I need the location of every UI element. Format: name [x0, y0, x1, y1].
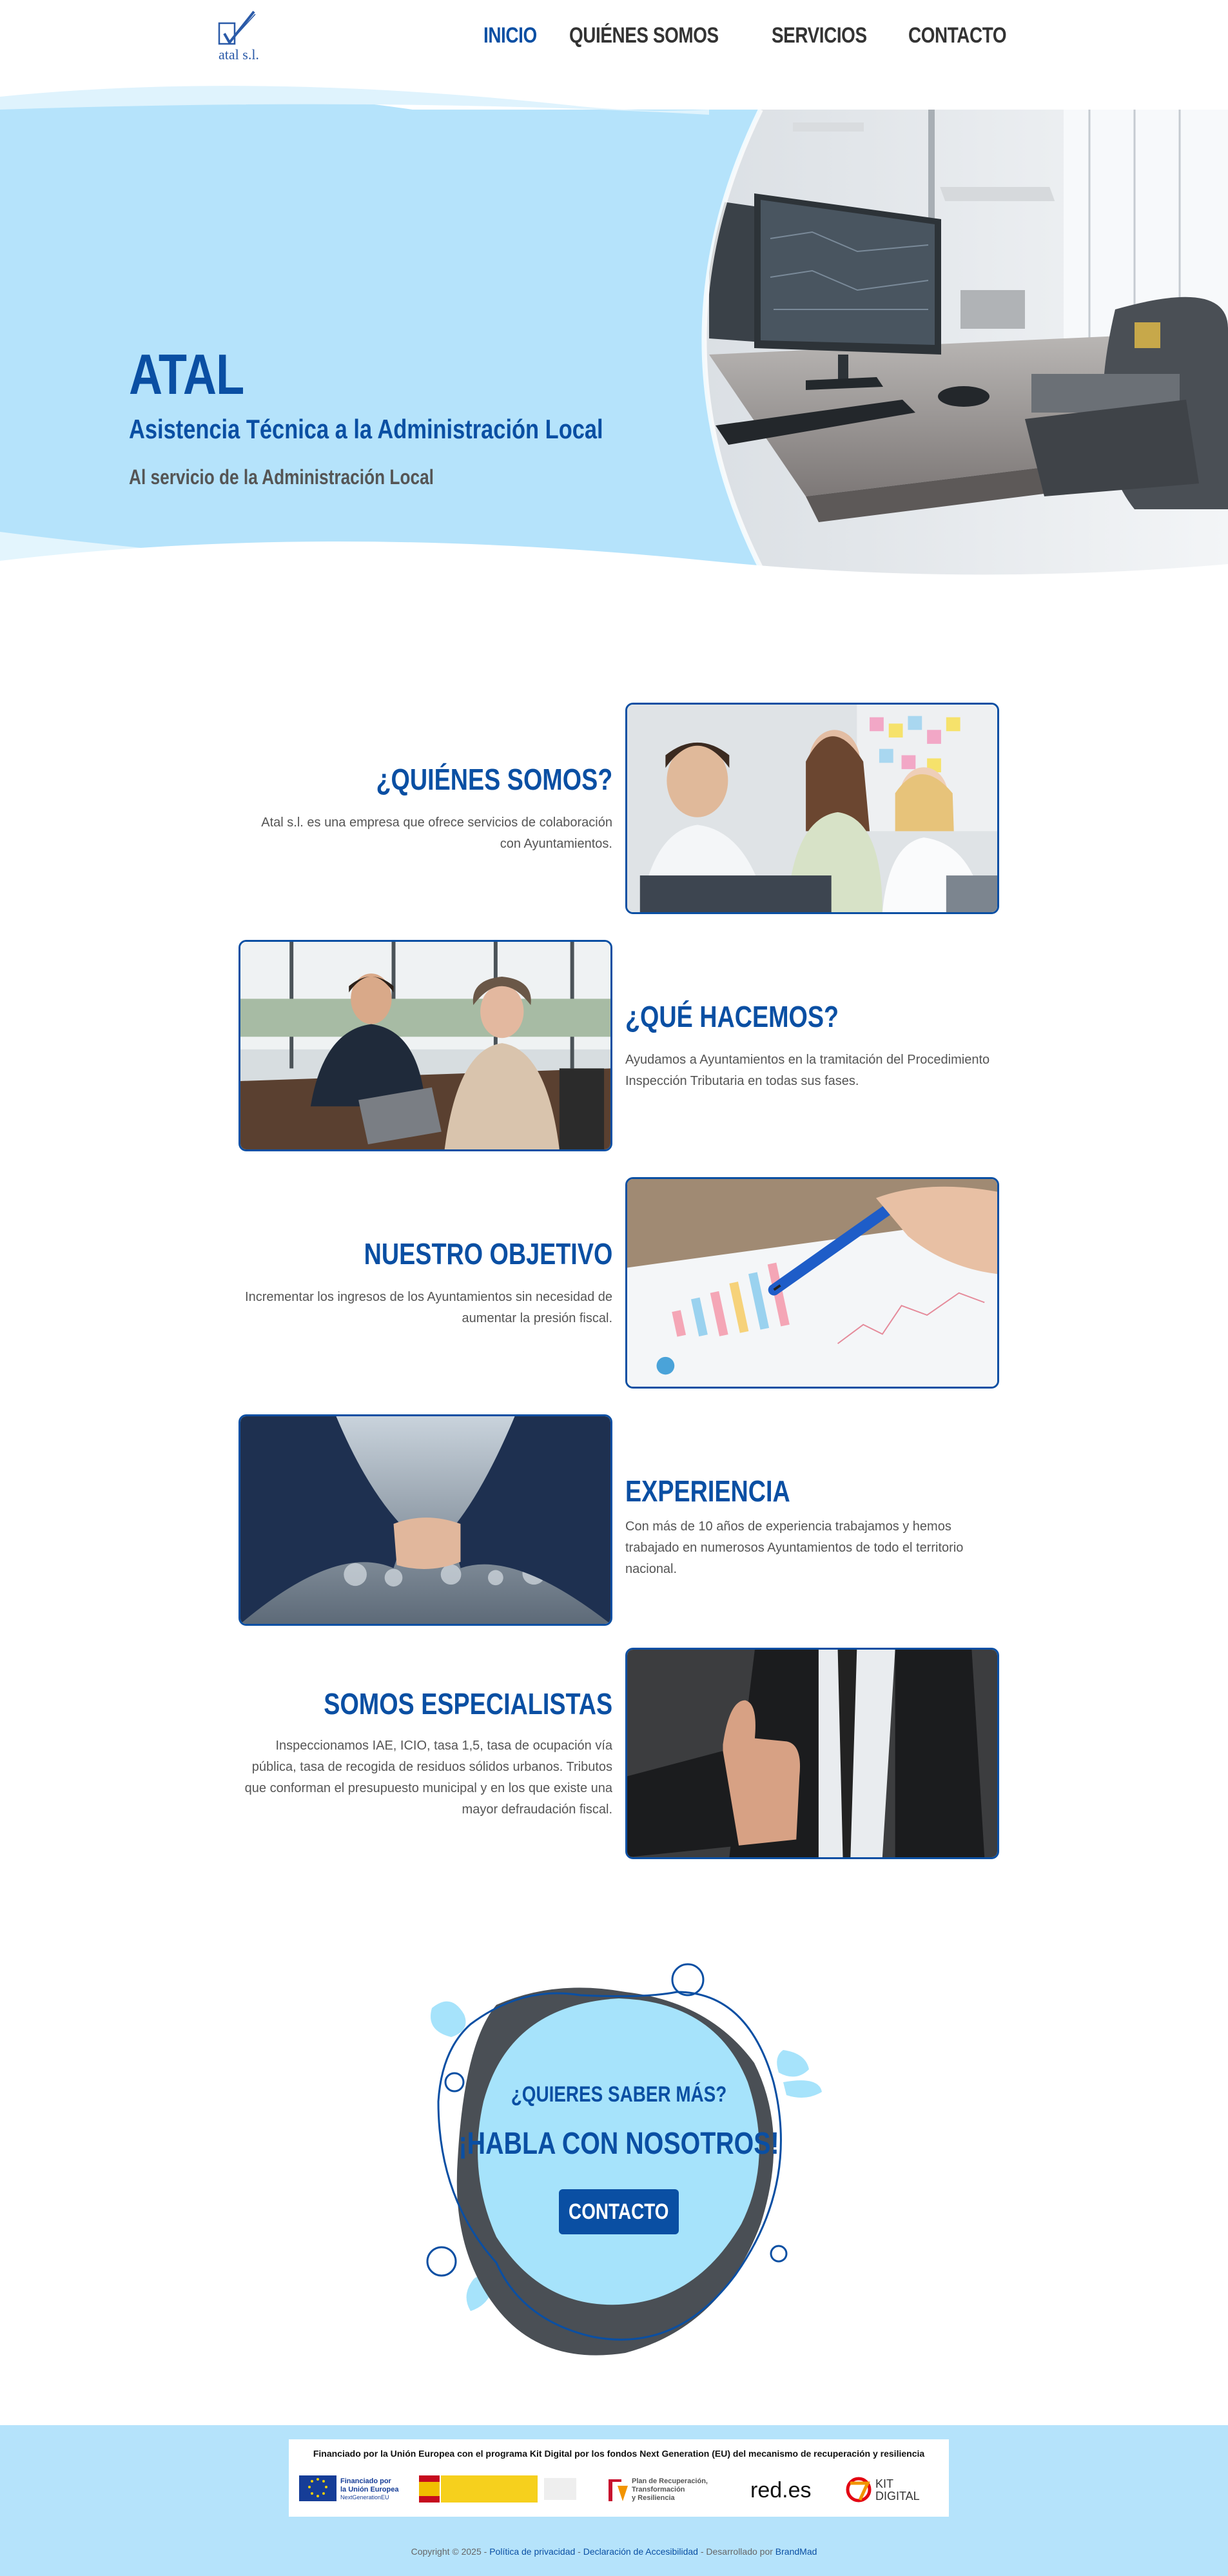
section-text: Incrementar los ingresos de los Ayuntami… [245, 1290, 612, 1325]
contact-button[interactable]: CONTACTO [559, 2189, 679, 2234]
section-somos-especialistas: SOMOS ESPECIALISTAS Inspeccionamos IAE, … [0, 1648, 1228, 1860]
section-que-hacemos: ¿QUÉ HACEMOS? Ayudamos a Ayuntamientos e… [0, 940, 1228, 1153]
copyright-bar: Copyright © 2025 - Política de privacida… [0, 2546, 1228, 2557]
copyright-text: Copyright © 2025 - [411, 2546, 487, 2557]
nav-quienes-somos[interactable]: QUIÉNES SOMOS [569, 23, 752, 48]
section-title: SOMOS ESPECIALISTAS [324, 1687, 612, 1721]
plan-recuperacion-logo: Plan de Recuperación, Transformación y R… [609, 2477, 708, 2502]
kit-digital-logo: KIT DIGITAL [846, 2477, 920, 2503]
team-photo [625, 703, 999, 914]
main-nav: INICIO QUIÉNES SOMOS SERVICIOS CONTACTO [483, 23, 1028, 48]
section-experiencia: EXPERIENCIA Con más de 10 años de experi… [0, 1414, 1228, 1627]
section-title: NUESTRO OBJETIVO [364, 1237, 612, 1271]
developer-prefix: - Desarrollado por [700, 2546, 773, 2557]
section-quienes-somos: ¿QUIÉNES SOMOS? Atal s.l. es una empresa… [0, 703, 1228, 915]
hero-section: ATAL Asistencia Técnica a la Administrac… [0, 84, 1228, 587]
nav-servicios[interactable]: SERVICIOS [772, 23, 888, 48]
nav-contacto[interactable]: CONTACTO [908, 23, 1028, 48]
site-header: atal s.l. INICIO QUIÉNES SOMOS SERVICIOS… [0, 0, 1228, 85]
hero-background [0, 86, 1228, 587]
section-text: Ayudamos a Ayuntamientos en la tramitaci… [625, 1053, 990, 1088]
handshake-photo [239, 1414, 612, 1626]
hero-tagline: Al servicio de la Administración Local [129, 465, 434, 489]
charts-photo [625, 1177, 999, 1389]
funding-banner: Financiado por la Unión Europea con el p… [289, 2439, 949, 2517]
svg-text:y Resiliencia: y Resiliencia [632, 2494, 676, 2502]
section-text: Atal s.l. es una empresa que ofrece serv… [261, 815, 612, 851]
cta-section: ¿QUIERES SABER MÁS? ¡HABLA CON NOSOTROS!… [413, 1953, 825, 2372]
svg-text:Plan de Recuperación,: Plan de Recuperación, [632, 2477, 708, 2485]
developer-link[interactable]: BrandMad [775, 2546, 817, 2557]
svg-text:la Unión Europea: la Unión Europea [340, 2486, 399, 2493]
accessibility-link[interactable]: Declaración de Accesibilidad [583, 2546, 698, 2557]
spain-government-logo [419, 2475, 576, 2503]
cta-blob-art [426, 1963, 822, 2356]
section-title: ¿QUIÉNES SOMOS? [376, 763, 612, 796]
redes-logo: red.es [750, 2478, 812, 2503]
privacy-policy-link[interactable]: Política de privacidad [489, 2546, 575, 2557]
logo-text: atal s.l. [219, 46, 259, 63]
svg-text:Financiado por: Financiado por [340, 2477, 392, 2485]
nav-inicio[interactable]: INICIO [483, 23, 549, 48]
section-nuestro-objetivo: NUESTRO OBJETIVO Incrementar los ingreso… [0, 1177, 1228, 1390]
section-text: Con más de 10 años de experiencia trabaj… [625, 1519, 964, 1576]
meeting-photo [239, 940, 612, 1151]
section-title: EXPERIENCIA [625, 1474, 790, 1508]
thumbs-up-photo [625, 1648, 999, 1859]
svg-text:Transformación: Transformación [632, 2486, 685, 2493]
site-footer: Financiado por la Unión Europea con el p… [0, 2425, 1228, 2576]
eu-flag-icon [299, 2475, 336, 2501]
cta-headline: ¡HABLA CON NOSOTROS! [458, 2127, 779, 2161]
svg-text:DIGITAL: DIGITAL [875, 2490, 920, 2503]
svg-text:KIT: KIT [875, 2477, 893, 2490]
cta-question: ¿QUIERES SABER MÁS? [511, 2082, 727, 2107]
funding-logos: Financiado por la Unión Europea NextGene… [299, 2475, 920, 2503]
separator: - [578, 2546, 581, 2557]
section-title: ¿QUÉ HACEMOS? [625, 1000, 839, 1033]
hero-title: ATAL [129, 342, 244, 406]
svg-text:NextGenerationEU: NextGenerationEU [340, 2494, 389, 2501]
funding-text: Financiado por la Unión Europea con el p… [313, 2448, 925, 2459]
section-text: Inspeccionamos IAE, ICIO, tasa 1,5, tasa… [244, 1739, 612, 1817]
hero-subtitle: Asistencia Técnica a la Administración L… [129, 414, 603, 444]
